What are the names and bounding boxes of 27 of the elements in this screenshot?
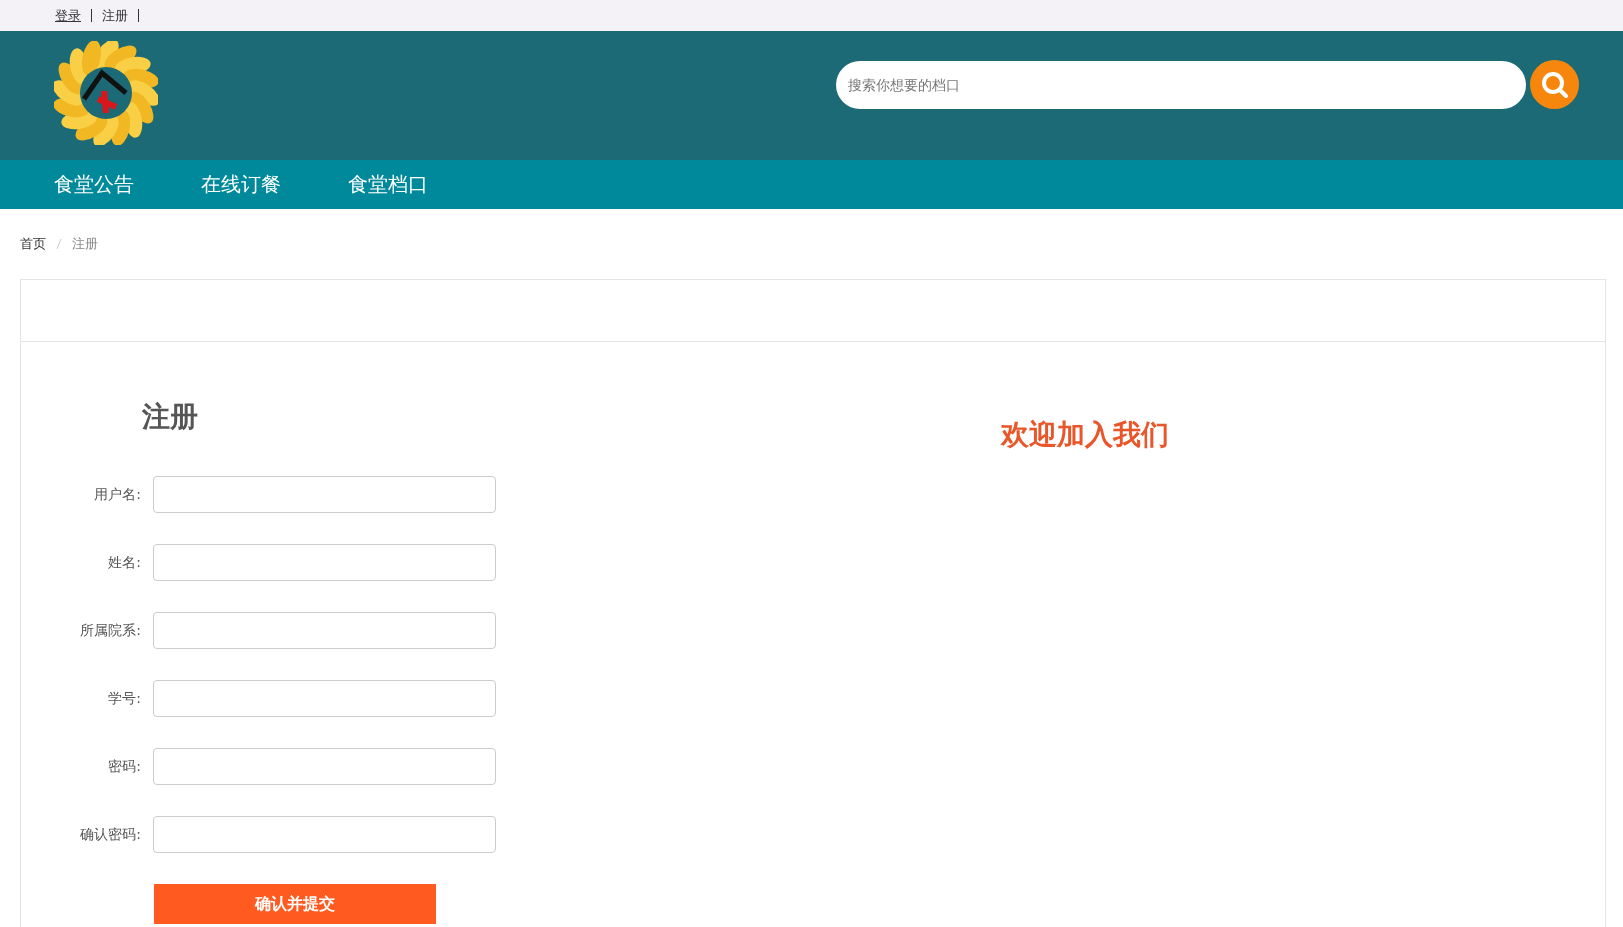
nav-link[interactable]: 在线订餐 <box>201 171 281 198</box>
field-label: 用户名: <box>93 485 141 504</box>
field-label: 所属院系: <box>79 621 141 640</box>
field-label: 学号: <box>107 689 141 708</box>
input-field[interactable] <box>153 612 496 649</box>
input-field[interactable] <box>153 816 496 853</box>
top-link[interactable]: 登录 <box>55 9 92 22</box>
field-label: 姓名: <box>107 553 141 572</box>
input-field[interactable] <box>153 680 496 717</box>
submit-button[interactable]: 确认并提交 <box>154 884 436 924</box>
input-field[interactable] <box>153 544 496 581</box>
welcome-heading: 欢迎加入我们 <box>1001 417 1169 453</box>
input-field[interactable] <box>153 476 496 513</box>
logo-icon <box>54 41 158 145</box>
nav-link[interactable]: 食堂公告 <box>54 171 134 198</box>
breadcrumb-separator <box>56 238 62 250</box>
field-label: 密码: <box>107 757 141 776</box>
breadcrumb-item: 注册 <box>72 235 98 253</box>
search-field[interactable]: 搜索你想要的档口 <box>836 60 1526 109</box>
input-field[interactable] <box>153 748 496 785</box>
breadcrumb-item[interactable]: 首页 <box>20 235 46 253</box>
field-label: 确认密码: <box>79 825 141 844</box>
form-title: 注册 <box>142 399 199 435</box>
search-button[interactable] <box>1530 60 1579 109</box>
top-link[interactable]: 注册 <box>92 9 139 22</box>
nav-link[interactable]: 食堂档口 <box>348 171 428 198</box>
search-icon <box>1539 69 1570 100</box>
